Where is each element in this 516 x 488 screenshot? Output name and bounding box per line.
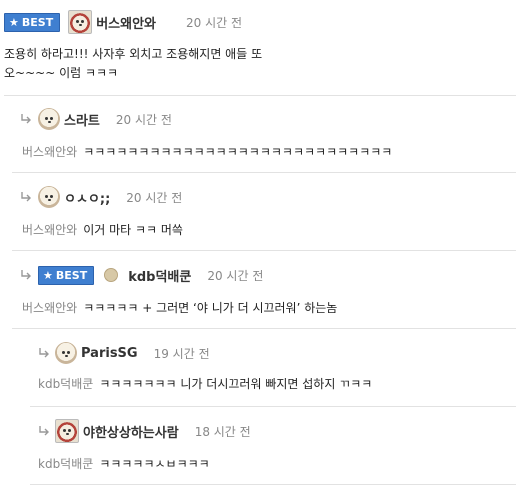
mention[interactable]: 버스왜안와 — [22, 301, 77, 315]
comment-text: ㅋㅋㅋㅋㅋㅋㅋ 니가 더시끄러워 빠지면 섭하지 ㄲㅋㅋ — [99, 377, 373, 391]
comment-time: 19 시간 전 — [153, 346, 210, 361]
avatar-icon[interactable] — [55, 419, 79, 443]
mention[interactable]: kdb덕배쿤 — [38, 377, 93, 391]
mention[interactable]: 버스왜안와 — [22, 145, 77, 159]
comment-author[interactable]: ParisSG — [81, 346, 138, 361]
star-icon: ★ — [9, 15, 19, 29]
comment-author[interactable]: 야한상상하는사람 — [83, 422, 179, 441]
avatar-icon[interactable] — [38, 108, 60, 130]
mention[interactable]: 버스왜안와 — [22, 223, 77, 237]
divider — [12, 250, 516, 251]
comment-text: ㅋㅋㅋㅋㅋㅋㅋㅋㅋㅋㅋㅋㅋㅋㅋㅋㅋㅋㅋㅋㅋㅋㅋㅋㅋㅋㅋㅋ — [83, 145, 393, 159]
avatar-icon[interactable] — [68, 10, 93, 34]
comment-text: ㅋㅋㅋㅋㅋㅅㅂㅋㅋㅋ — [99, 457, 210, 471]
comment-time: 20 시간 전 — [186, 15, 243, 30]
comment-author[interactable]: ㅇㅅㅇ;; — [64, 188, 110, 207]
comment-text-line-2: 오~~~~ 이럼 ㅋㅋㅋ — [4, 66, 119, 80]
comment-time: 20 시간 전 — [115, 112, 172, 127]
reply-arrow-icon — [38, 347, 50, 359]
divider — [30, 406, 516, 407]
divider — [4, 95, 516, 96]
comment-time: 20 시간 전 — [126, 190, 183, 205]
divider — [30, 484, 516, 485]
comment-time: 18 시간 전 — [194, 424, 251, 439]
divider — [12, 328, 516, 329]
mention[interactable]: kdb덕배쿤 — [38, 457, 93, 471]
reply-arrow-icon — [38, 425, 50, 437]
reply-arrow-icon — [20, 269, 32, 281]
comment-author[interactable]: kdb덕배쿤 — [128, 266, 191, 285]
star-icon: ★ — [43, 268, 53, 282]
avatar-icon[interactable] — [104, 268, 119, 282]
comment-text: ㅋㅋㅋㅋㅋ + 그러면 ‘야 니가 더 시끄러워’ 하는놈 — [83, 301, 338, 315]
comment-text-line-1: 조용히 하라고!!! 사자후 외치고 조용해지면 애들 또 — [4, 47, 263, 61]
reply-arrow-icon — [20, 191, 32, 203]
best-badge: ★ BEST — [4, 12, 61, 32]
comment-time: 20 시간 전 — [207, 268, 264, 283]
avatar-icon[interactable] — [38, 186, 60, 208]
best-badge: ★ BEST — [38, 265, 95, 285]
divider — [12, 172, 516, 173]
comment-author[interactable]: 스라트 — [64, 110, 100, 129]
avatar-icon[interactable] — [55, 342, 77, 364]
comment-author[interactable]: 버스왜안와 — [96, 13, 156, 32]
reply-arrow-icon — [20, 113, 32, 125]
comment-text: 이거 마타 ㅋㅋ 머쓱 — [83, 223, 183, 237]
